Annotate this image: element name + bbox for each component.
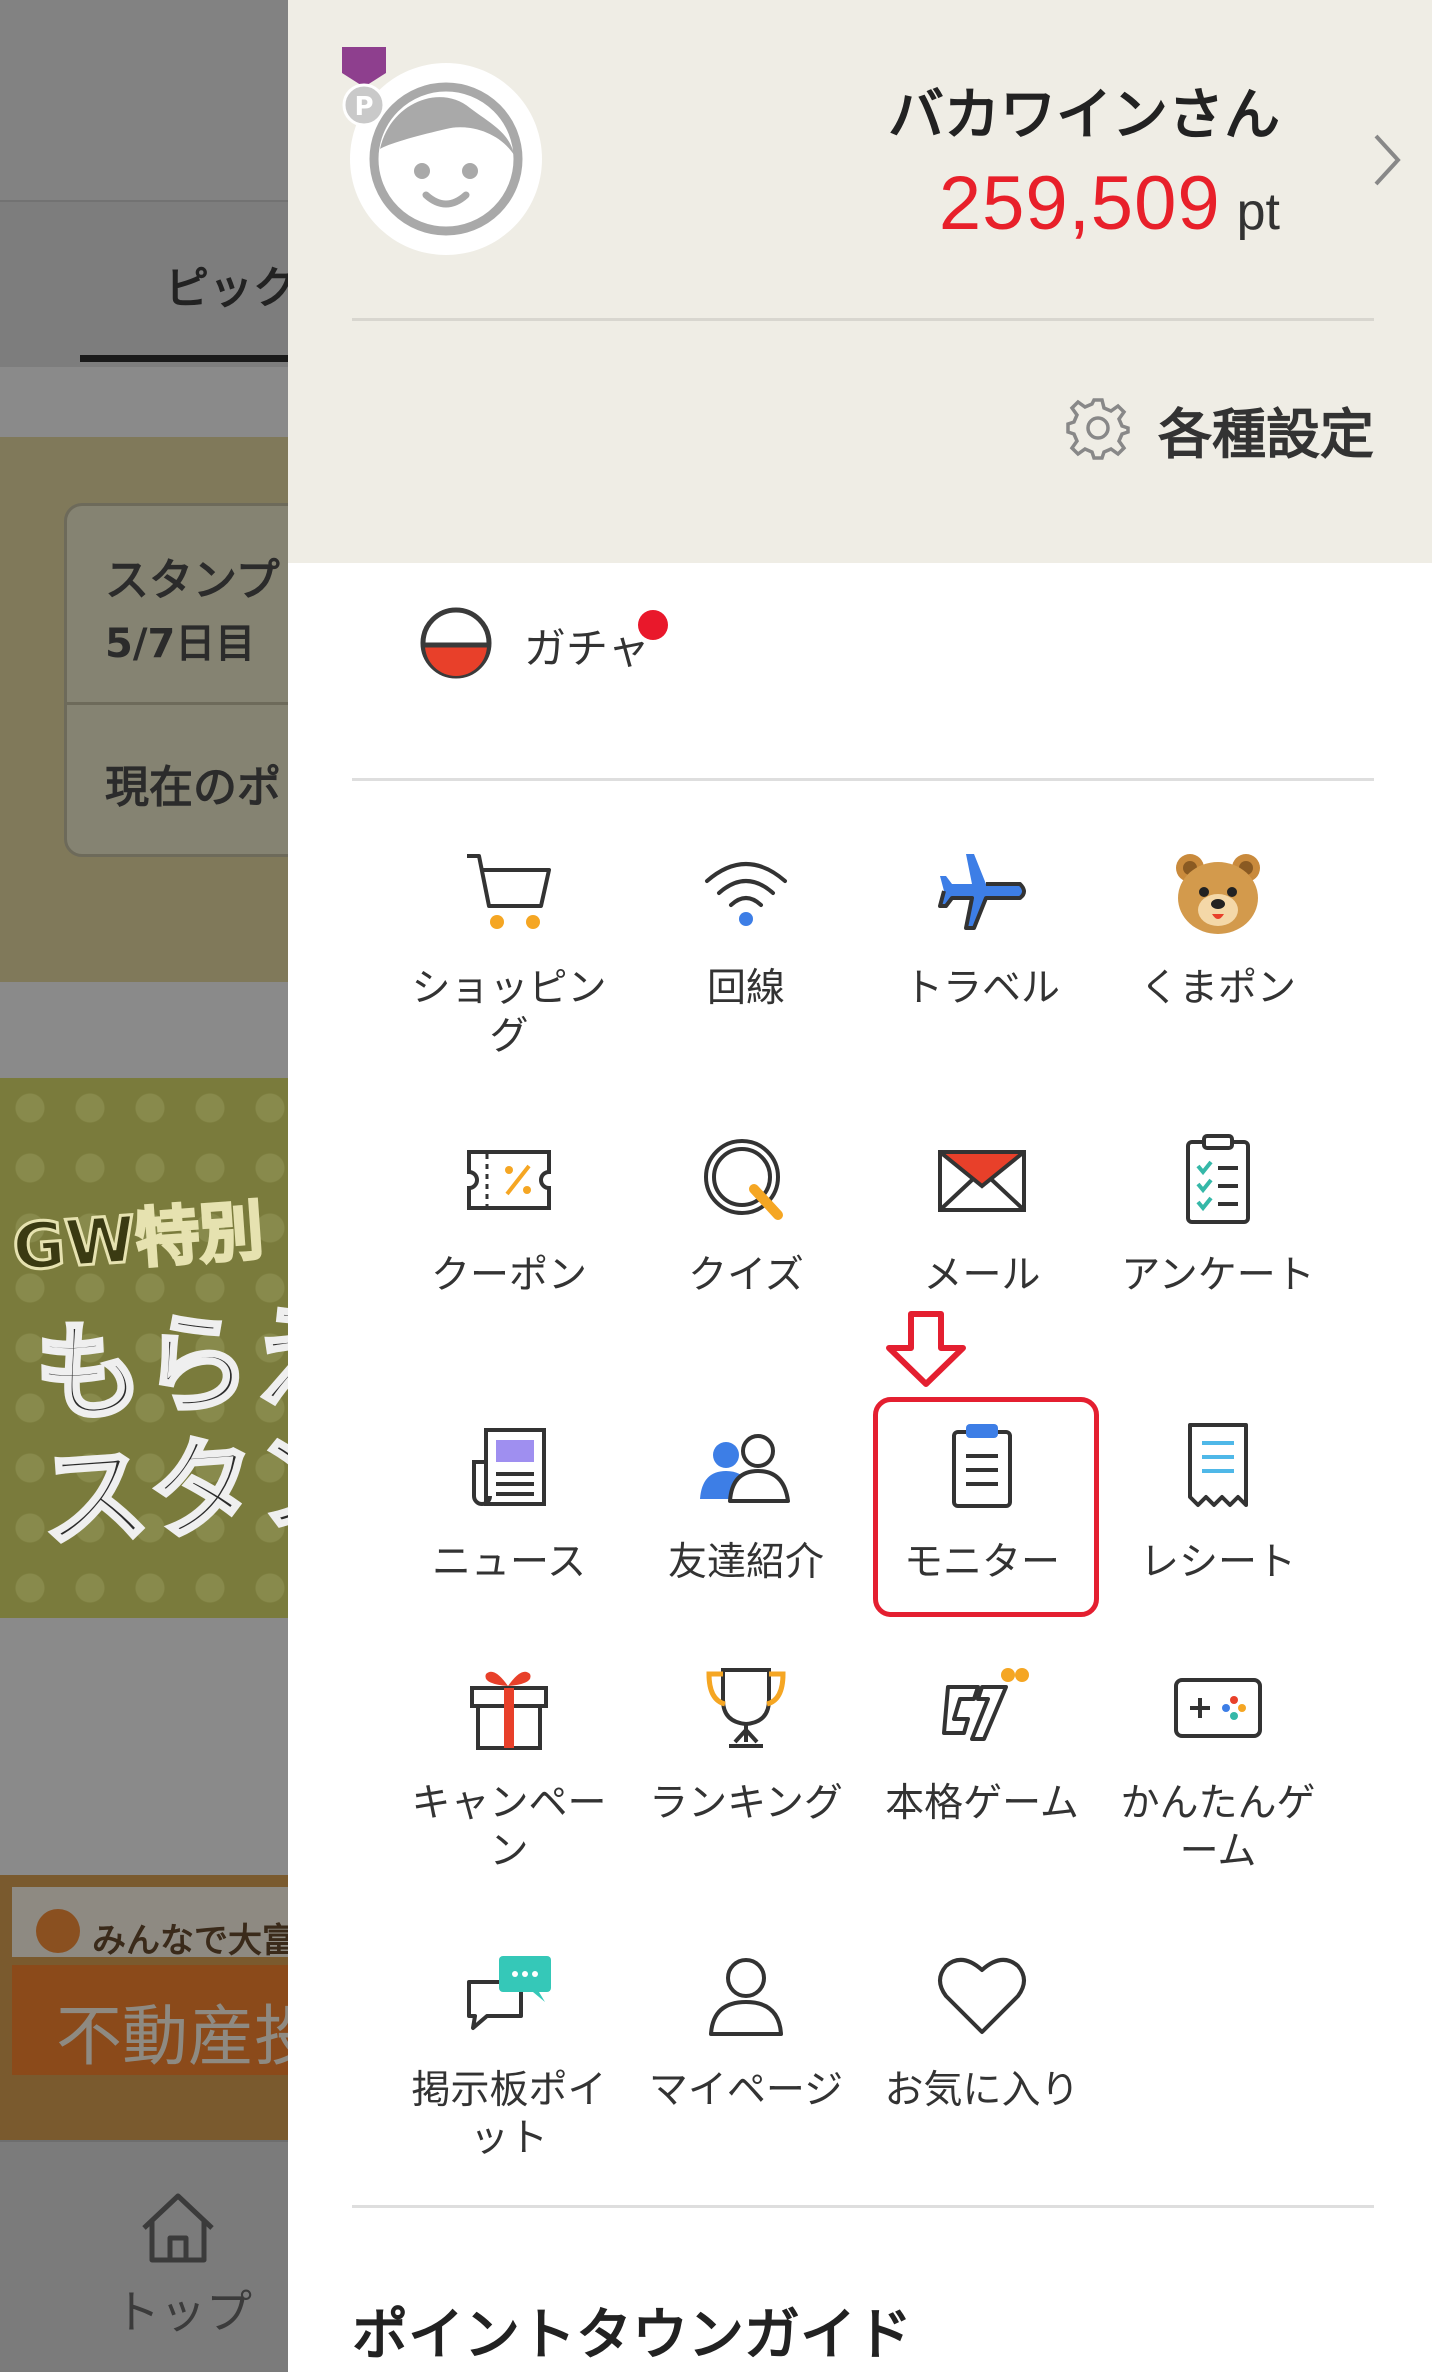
menu-item-label: 回線 [706, 966, 785, 1011]
background-card-divider [67, 702, 300, 705]
chat-icon [409, 1945, 609, 2045]
background-ad-bar: 不動産投 [12, 1965, 300, 2075]
background-tab-underline [80, 355, 300, 362]
cart-icon [409, 843, 609, 943]
username: バカワインさん [888, 83, 1280, 148]
mail-icon [882, 1130, 1082, 1230]
points-value: 259,509 [938, 161, 1221, 246]
chevron-right-icon[interactable] [1372, 132, 1402, 192]
menu-item-label: マイページ [648, 2068, 844, 2113]
annotation-arrow-icon [881, 1310, 971, 1394]
menu-item-label: 掲示板ポイット [411, 2068, 607, 2161]
background-bottom-nav: トップ [0, 2140, 300, 2372]
menu-item-travel[interactable]: トラベル [882, 843, 1082, 1013]
menu-item-favorites[interactable]: お気に入り [882, 1945, 1082, 2115]
background-ad-text: 不動産投 [56, 1998, 300, 2075]
wifi-icon [646, 843, 846, 943]
menu-item-label: レシート [1139, 1540, 1296, 1585]
menu-item-line[interactable]: 回線 [646, 843, 846, 1013]
user-icon [646, 1945, 846, 2045]
guide-divider [352, 2205, 1374, 2208]
background-banner-line1: GW特別 [9, 1193, 268, 1287]
menu-item-label: くまポン [1139, 966, 1296, 1011]
background-app: ピック スタンプ 5/7日目 現在のポ GW特別 もらえ スタン みんなで大富さ… [0, 0, 300, 2372]
menu-item-label: 友達紹介 [667, 1540, 824, 1585]
notification-dot [638, 610, 668, 640]
side-drawer: P バカワインさん 259,509 pt 各種設定 ガチャ ショッピング 回線 … [288, 0, 1432, 2372]
bottom-nav-top-label: トップ [114, 2285, 252, 2339]
menu-item-label: ショッピング [411, 966, 607, 1059]
menu-item-board[interactable]: 掲示板ポイット [409, 1945, 609, 2163]
points-display: 259,509 pt [939, 160, 1280, 247]
menu-item-kumapon[interactable]: くまポン [1118, 843, 1318, 1013]
menu-item-label: ニュース [431, 1540, 587, 1585]
bear-icon [1118, 843, 1318, 943]
menu-item-label: かんたんゲーム [1120, 1781, 1316, 1874]
gacha-button[interactable]: ガチャ [418, 605, 650, 685]
menu-item-label: ランキング [649, 1781, 843, 1826]
gacha-label: ガチャ [524, 623, 650, 673]
premium-medal-icon: P [340, 47, 388, 131]
menu-item-coupon[interactable]: クーポン [409, 1130, 609, 1300]
menu-item-ranking[interactable]: ランキング [646, 1658, 846, 1828]
gacha-ball-icon [418, 605, 494, 685]
section-title-guide[interactable]: ポイントタウンガイド [352, 2290, 912, 2371]
ad-logo-icon [36, 1909, 80, 1953]
background-ad-header: みんなで大富さ [12, 1887, 300, 1961]
news-icon [409, 1417, 609, 1517]
background-tab-pickup: ピック [165, 263, 297, 314]
background-stamp-day: 5/7日目 [105, 621, 256, 667]
annotation-highlight-box [873, 1397, 1099, 1617]
background-header [0, 0, 300, 202]
settings-label: 各種設定 [1158, 403, 1374, 466]
menu-item-campaign[interactable]: キャンペーン [409, 1658, 609, 1876]
menu-item-full-game[interactable]: 本格ゲーム [882, 1658, 1082, 1828]
background-tabbar: ピック [0, 202, 300, 367]
background-ad: みんなで大富さ 不動産投 [0, 1875, 300, 2145]
background-banner-line3: スタン [35, 1415, 300, 1566]
menu-divider [352, 778, 1374, 781]
friends-icon [646, 1417, 846, 1517]
menu-item-label: メール [923, 1253, 1041, 1298]
trophy-icon [646, 1658, 846, 1758]
settings-button[interactable]: 各種設定 [1066, 390, 1374, 469]
points-unit: pt [1236, 183, 1280, 241]
background-stamp-title: スタンプ [105, 555, 280, 606]
menu-item-mail[interactable]: メール [882, 1130, 1082, 1300]
background-points-label: 現在のポ [105, 762, 281, 813]
survey-icon [1118, 1130, 1318, 1230]
menu-item-label: クイズ [688, 1253, 804, 1298]
menu-item-survey[interactable]: アンケート [1118, 1130, 1318, 1300]
menu-item-shopping[interactable]: ショッピング [409, 843, 609, 1061]
menu-item-label: クーポン [430, 1253, 587, 1298]
receipt-icon [1118, 1417, 1318, 1517]
gear-icon [1066, 396, 1130, 464]
menu-item-quiz[interactable]: クイズ [646, 1130, 846, 1300]
menu-item-easy-game[interactable]: かんたんゲーム [1118, 1658, 1318, 1876]
airplane-icon [882, 843, 1082, 943]
game-logo-icon [882, 1658, 1082, 1758]
coupon-icon [409, 1130, 609, 1230]
profile-header[interactable]: P バカワインさん 259,509 pt 各種設定 [288, 0, 1432, 563]
background-stamp-card: スタンプ 5/7日目 現在のポ [64, 503, 300, 857]
medal-letter: P [354, 92, 373, 122]
menu-item-label: キャンペーン [411, 1781, 607, 1874]
background-ad-brand: みんなで大富さ [92, 1921, 300, 1961]
home-icon [138, 2190, 218, 2270]
quiz-icon [646, 1130, 846, 1230]
menu-item-receipt[interactable]: レシート [1118, 1417, 1318, 1587]
menu-item-news[interactable]: ニュース [409, 1417, 609, 1587]
menu-item-label: 本格ゲーム [885, 1781, 1079, 1826]
profile-divider [352, 318, 1374, 321]
menu-item-friend-referral[interactable]: 友達紹介 [646, 1417, 846, 1587]
menu-item-label: トラベル [903, 966, 1060, 1011]
heart-icon [882, 1945, 1082, 2045]
menu-item-label: アンケート [1121, 1253, 1315, 1298]
background-gw-banner: GW特別 もらえ スタン [0, 1078, 300, 1618]
gamepad-icon [1118, 1658, 1318, 1758]
menu-item-label: お気に入り [884, 2068, 1080, 2113]
gift-icon [409, 1658, 609, 1758]
menu-item-mypage[interactable]: マイページ [646, 1945, 846, 2115]
